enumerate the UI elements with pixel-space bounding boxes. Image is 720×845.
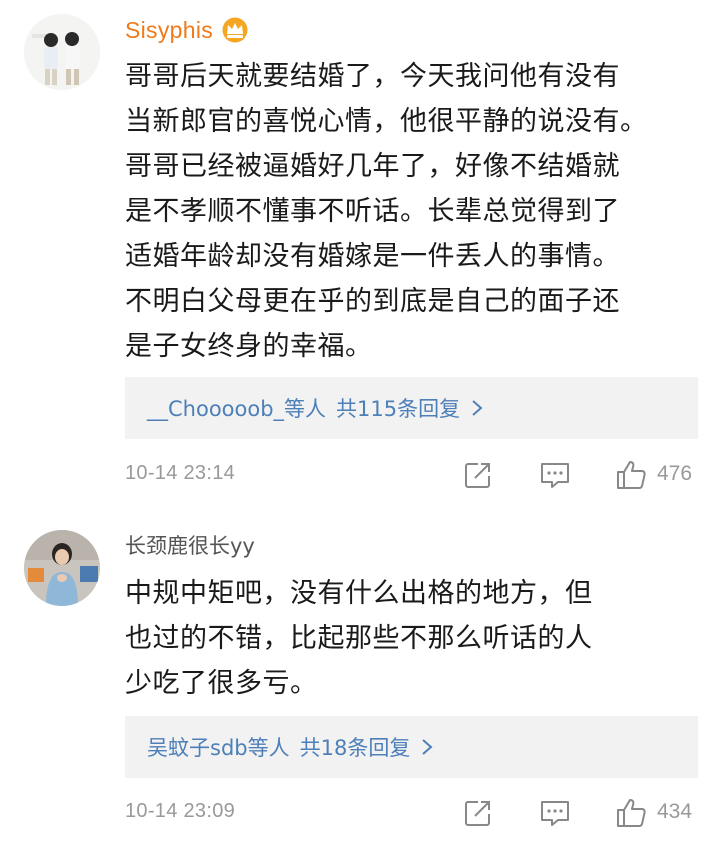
comment-line: 当新郎官的喜悦心情，他很平静的说没有。 — [125, 106, 648, 137]
comment-text: 哥哥后天就要结婚了，今天我问他有没有 当新郎官的喜悦心情，他很平静的说没有。 哥… — [125, 54, 695, 369]
comment-line: 中规中矩吧，没有什么出格的地方，但 — [125, 578, 593, 609]
comment-line: 哥哥后天就要结婚了，今天我问他有没有 — [125, 61, 620, 92]
comment-line: 适婚年龄却没有婚嫁是一件丢人的事情。 — [125, 241, 620, 272]
like-icon[interactable] — [614, 458, 648, 492]
comment-line: 不明白父母更在乎的到底是自己的面子还 — [125, 286, 620, 317]
share-icon[interactable] — [461, 796, 495, 830]
like-icon[interactable] — [614, 796, 648, 830]
like-count: 434 — [657, 800, 693, 823]
like-count: 476 — [657, 462, 693, 485]
replies-users: __Chooooob_等人 — [147, 397, 327, 421]
replies-link[interactable]: 吴蚊子sdb等人 共18条回复 — [125, 716, 698, 778]
comment-line: 哥哥已经被逼婚好几年了，好像不结婚就 — [125, 151, 620, 182]
replies-users: 吴蚊子sdb等人 — [147, 736, 290, 760]
username[interactable]: Sisyphis — [125, 16, 249, 44]
chevron-right-icon — [470, 399, 484, 417]
comment-text: 中规中矩吧，没有什么出格的地方，但 也过的不错，比起那些不那么听话的人 少吃了很… — [125, 571, 695, 706]
replies-count: 共115条回复 — [336, 397, 461, 421]
comment-line: 是子女终身的幸福。 — [125, 331, 373, 362]
share-icon[interactable] — [461, 458, 495, 492]
comment-meta: 10-14 23:14 476 — [125, 458, 700, 494]
crown-badge-icon — [221, 17, 249, 43]
comment-icon[interactable] — [538, 796, 572, 830]
chevron-right-icon — [420, 738, 434, 756]
comment-line: 少吃了很多亏。 — [125, 668, 318, 699]
comment-line: 是不孝顺不懂事不听话。长辈总觉得到了 — [125, 196, 620, 227]
comment-meta: 10-14 23:09 434 — [125, 796, 700, 832]
avatar[interactable] — [24, 530, 100, 606]
comment-item: Sisyphis 哥哥后天就要结婚了，今天我问他有没有 当新郎官的喜悦心情，他很… — [0, 0, 720, 508]
timestamp: 10-14 23:14 — [125, 462, 236, 484]
replies-count: 共18条回复 — [299, 736, 411, 760]
username-text[interactable]: 长颈鹿很长yy — [125, 532, 255, 560]
comment-icon[interactable] — [538, 458, 572, 492]
username-text[interactable]: Sisyphis — [125, 16, 213, 44]
replies-link[interactable]: __Chooooob_等人 共115条回复 — [125, 377, 698, 439]
timestamp: 10-14 23:09 — [125, 800, 236, 822]
avatar[interactable] — [24, 14, 100, 90]
username[interactable]: 长颈鹿很长yy — [125, 532, 255, 560]
comment-line: 也过的不错，比起那些不那么听话的人 — [125, 623, 593, 654]
comment-item: 长颈鹿很长yy 中规中矩吧，没有什么出格的地方，但 也过的不错，比起那些不那么听… — [0, 508, 720, 845]
